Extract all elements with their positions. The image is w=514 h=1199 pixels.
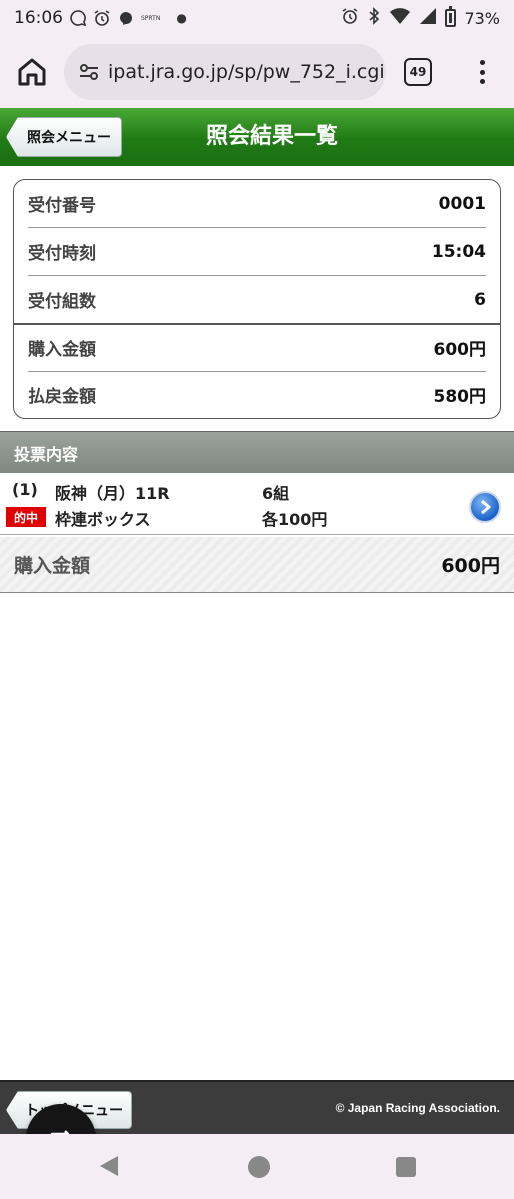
bet-list-item[interactable]: (1) 阪神（月）11R 6組 的中 枠連ボックス 各100円 xyxy=(0,473,514,535)
menu-dot xyxy=(479,60,485,65)
site-settings-icon[interactable] xyxy=(78,61,100,83)
more-notifications-icon: ● xyxy=(176,11,187,25)
browser-menu-button[interactable] xyxy=(470,56,494,88)
chevron-right-icon xyxy=(481,499,491,515)
total-purchase-value: 600円 xyxy=(441,555,500,577)
status-right-group: 73% xyxy=(341,0,500,36)
purchase-amount-label: 購入金額 xyxy=(28,340,96,360)
status-bar: 16:06 SPRTN ● 73% xyxy=(0,0,514,36)
total-purchase-label: 購入金額 xyxy=(14,555,91,577)
bet-unit-amount: 各100円 xyxy=(262,510,328,529)
inquiry-menu-button[interactable]: 照会メニュー xyxy=(6,117,122,157)
menu-dot xyxy=(479,79,485,84)
bet-number: (1) xyxy=(12,480,38,499)
back-icon[interactable] xyxy=(100,1156,118,1176)
sprtn-app-icon: SPRTN xyxy=(141,14,161,22)
bluetooth-icon xyxy=(367,7,381,29)
alarm-icon xyxy=(341,7,359,29)
total-purchase-row: 購入金額 600円 xyxy=(0,537,514,593)
page-header: 照会結果一覧 照会メニュー xyxy=(0,108,514,166)
receipt-row: 受付組数 6 xyxy=(28,276,486,323)
address-bar[interactable]: ipat.jra.go.jp/sp/pw_752_i.cgi xyxy=(64,44,386,100)
receipt-summary-card: 受付番号 0001 受付時刻 15:04 受付組数 6 購入金額 600円 払戻… xyxy=(13,179,501,419)
copyright-text: © Japan Racing Association. xyxy=(335,1101,500,1115)
receipt-time-value: 15:04 xyxy=(431,241,486,262)
receipt-combos-value: 6 xyxy=(474,289,486,310)
receipt-row: 受付時刻 15:04 xyxy=(28,228,486,275)
wifi-icon xyxy=(389,7,411,29)
payout-amount-label: 払戻金額 xyxy=(28,387,96,407)
status-time: 16:06 xyxy=(14,8,63,28)
receipt-row: 払戻金額 580円 xyxy=(28,371,486,418)
browser-toolbar: ipat.jra.go.jp/sp/pw_752_i.cgi 49 xyxy=(0,36,514,108)
bet-details-header: 投票内容 xyxy=(0,431,514,473)
bet-race: 阪神（月）11R xyxy=(55,484,170,503)
app-notification-icon xyxy=(117,9,135,27)
menu-dot xyxy=(479,69,485,75)
receipt-number-value: 0001 xyxy=(438,193,486,214)
battery-percent: 73% xyxy=(464,8,500,28)
payout-amount-value: 580円 xyxy=(433,387,487,407)
receipt-combos-label: 受付組数 xyxy=(28,292,96,312)
home-icon xyxy=(18,58,46,86)
hit-badge: 的中 xyxy=(6,507,46,527)
battery-icon xyxy=(445,6,457,27)
receipt-row: 購入金額 600円 xyxy=(28,324,486,371)
bet-detail-button[interactable] xyxy=(469,491,501,523)
receipt-time-label: 受付時刻 xyxy=(28,244,96,264)
system-nav-bar xyxy=(0,1134,514,1199)
url-text[interactable]: ipat.jra.go.jp/sp/pw_752_i.cgi xyxy=(108,61,385,83)
purchase-amount-value: 600円 xyxy=(433,340,487,360)
home-circle-icon[interactable] xyxy=(248,1156,270,1178)
signal-icon xyxy=(419,7,437,29)
bet-combos: 6組 xyxy=(262,484,290,503)
recent-apps-icon[interactable] xyxy=(396,1157,416,1177)
home-button[interactable] xyxy=(14,56,50,88)
receipt-row: 受付番号 0001 xyxy=(28,180,486,227)
receipt-number-label: 受付番号 xyxy=(28,196,96,216)
chat-bubble-icon xyxy=(69,9,87,27)
bet-type: 枠連ボックス xyxy=(55,510,151,529)
tab-switcher-button[interactable]: 49 xyxy=(404,58,432,86)
alarm-icon xyxy=(93,9,111,27)
